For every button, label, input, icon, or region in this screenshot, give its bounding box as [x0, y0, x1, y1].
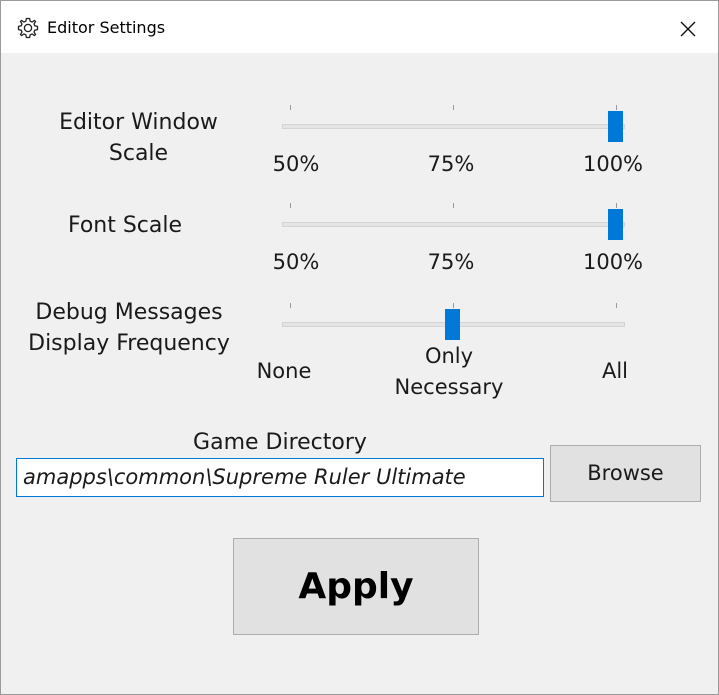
tick-label-none: None — [256, 359, 312, 383]
slider-tick — [290, 105, 291, 110]
window-title: Editor Settings — [47, 18, 166, 37]
editor-settings-window: Editor Settings Editor Window Scale 50% … — [0, 0, 719, 695]
slider-track[interactable] — [282, 222, 625, 227]
slider-tick — [290, 203, 291, 208]
slider-tick — [616, 303, 617, 308]
apply-button[interactable]: Apply — [233, 538, 479, 635]
game-directory-input[interactable]: amapps\common\Supreme Ruler Ultimate — [16, 458, 544, 497]
tick-label-100: 100% — [582, 152, 644, 176]
slider-tick — [290, 303, 291, 308]
slider-thumb[interactable] — [445, 309, 460, 340]
editor-window-scale-slider[interactable] — [282, 105, 625, 145]
editor-window-scale-label: Editor Window Scale — [59, 110, 218, 166]
slider-tick — [453, 105, 454, 110]
browse-button[interactable]: Browse — [550, 445, 701, 502]
font-scale-label: Font Scale — [67, 213, 183, 238]
title-bar: Editor Settings — [1, 1, 718, 53]
tick-label-50: 50% — [272, 152, 320, 176]
close-icon — [680, 21, 696, 37]
debug-messages-slider[interactable] — [282, 303, 625, 343]
tick-label-only-necessary: Only Necessary — [394, 344, 504, 399]
close-button[interactable] — [671, 13, 705, 45]
font-scale-slider[interactable] — [282, 203, 625, 243]
slider-tick — [616, 105, 617, 110]
slider-thumb[interactable] — [608, 111, 623, 142]
slider-track[interactable] — [282, 124, 625, 129]
slider-tick — [453, 303, 454, 308]
game-directory-label: Game Directory — [193, 430, 367, 455]
game-directory-value: amapps\common\Supreme Ruler Ultimate — [23, 465, 466, 489]
gear-icon — [17, 17, 39, 39]
tick-label-75: 75% — [427, 152, 475, 176]
tick-label-all: All — [601, 359, 629, 383]
debug-messages-label: Debug Messages Display Frequency — [28, 300, 230, 356]
tick-label-75: 75% — [427, 250, 475, 274]
tick-label-100: 100% — [582, 250, 644, 274]
slider-tick — [616, 203, 617, 208]
slider-thumb[interactable] — [608, 209, 623, 240]
slider-tick — [453, 203, 454, 208]
tick-label-50: 50% — [272, 250, 320, 274]
